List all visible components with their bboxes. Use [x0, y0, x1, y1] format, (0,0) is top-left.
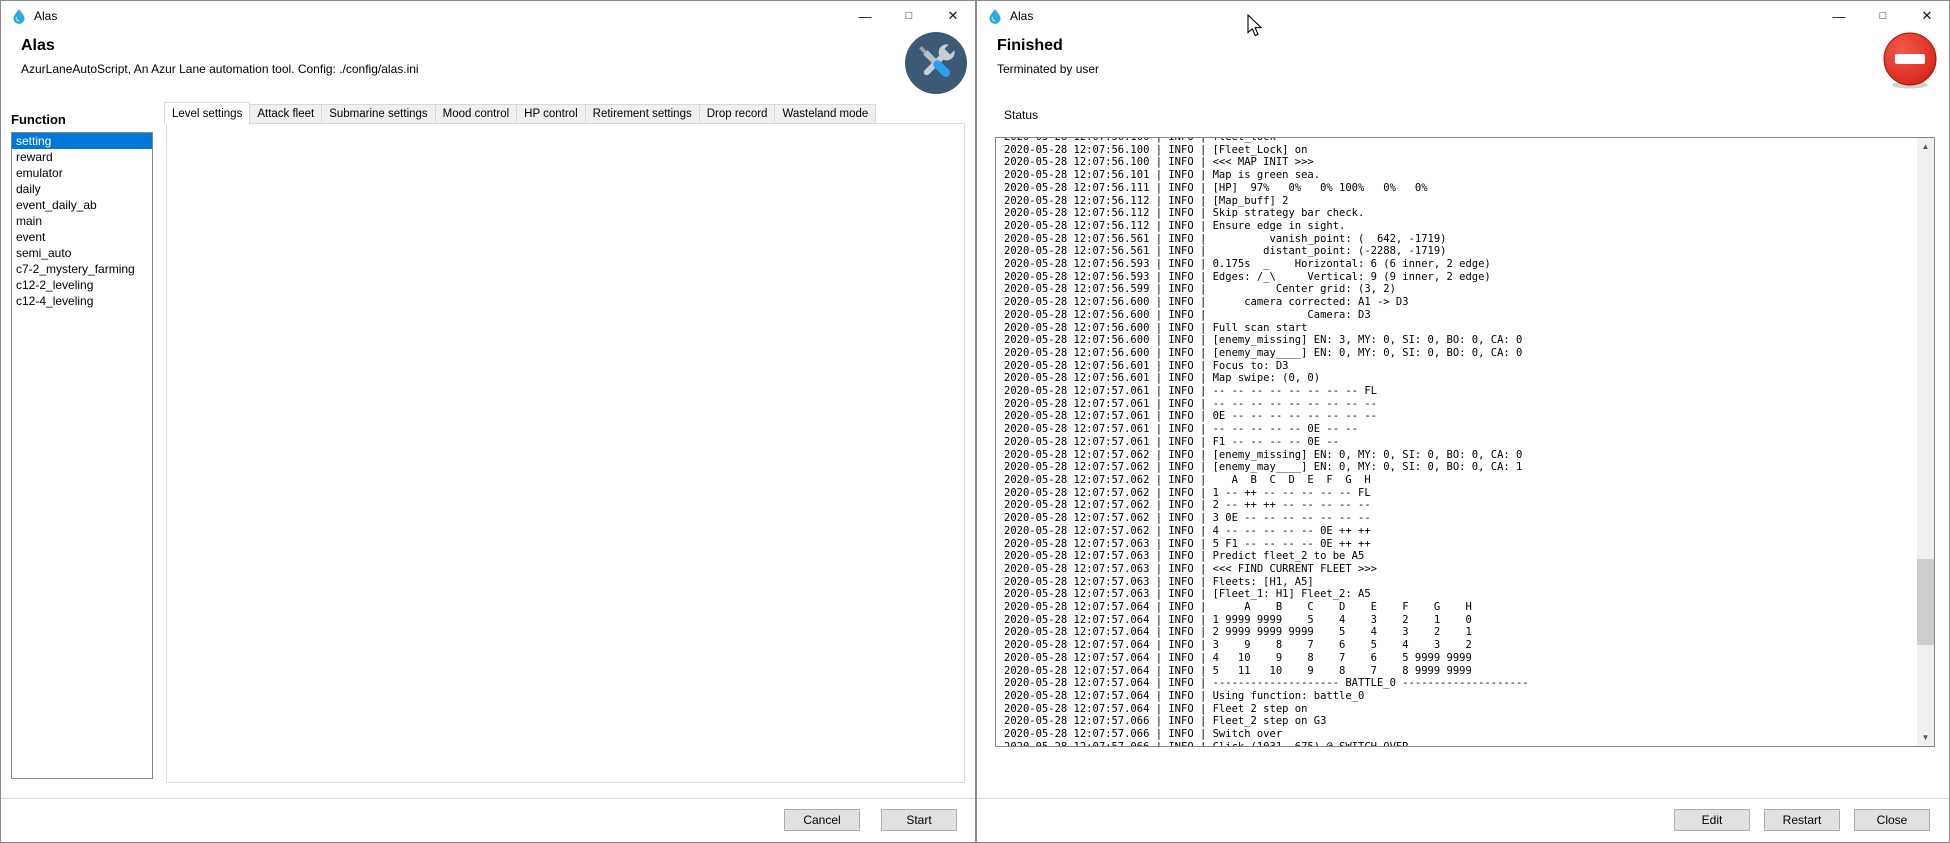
close-window-button[interactable]: Close: [1854, 809, 1930, 831]
alas-drop-icon: [987, 8, 1003, 24]
function-panel-label: Function: [11, 112, 66, 127]
tab-drop-record[interactable]: Drop record: [699, 104, 776, 124]
footer-divider: [977, 798, 1949, 799]
window-controls: — □ ✕: [1817, 1, 1949, 31]
function-item-semi-auto[interactable]: semi_auto: [12, 245, 152, 261]
function-item-reward[interactable]: reward: [12, 149, 152, 165]
window-controls: — □ ✕: [843, 1, 975, 31]
tab-mood-control[interactable]: Mood control: [435, 104, 517, 124]
screen: Alas — □ ✕ Alas AzurLaneAutoScript, An A…: [0, 0, 1950, 843]
function-item-daily[interactable]: daily: [12, 181, 152, 197]
cancel-button[interactable]: Cancel: [784, 809, 860, 831]
tab-attack-fleet[interactable]: Attack fleet: [249, 104, 322, 124]
tools-badge-icon: [904, 31, 968, 95]
window-title: Alas: [34, 9, 57, 23]
log-text: 2020-05-28 12:07:56.100 | INFO | fleet_l…: [1004, 137, 1529, 747]
tab-retirement-settings[interactable]: Retirement settings: [585, 104, 700, 124]
page-subtitle: AzurLaneAutoScript, An Azur Lane automat…: [21, 62, 419, 76]
status-title: Finished: [997, 37, 1063, 55]
tab-level-settings[interactable]: Level settings: [164, 102, 250, 125]
alas-log-window: Alas — □ ✕ Finished Terminated by user: [976, 0, 1950, 843]
function-item-setting[interactable]: setting: [12, 133, 152, 149]
function-item-c12-2-leveling[interactable]: c12-2_leveling: [12, 277, 152, 293]
restart-button[interactable]: Restart: [1764, 809, 1840, 831]
function-item-event[interactable]: event: [12, 229, 152, 245]
function-item-c12-4-leveling[interactable]: c12-4_leveling: [12, 293, 152, 309]
level-settings-panel: [166, 123, 965, 783]
function-item-event-daily-ab[interactable]: event_daily_ab: [12, 197, 152, 213]
minimize-button[interactable]: —: [843, 1, 887, 31]
function-item-main[interactable]: main: [12, 213, 152, 229]
window-title: Alas: [1010, 9, 1033, 23]
tab-submarine-settings[interactable]: Submarine settings: [321, 104, 435, 124]
close-button[interactable]: ✕: [1905, 1, 1949, 31]
tab-hp-control[interactable]: HP control: [516, 104, 585, 124]
alas-drop-icon: [11, 8, 27, 24]
log-output-box[interactable]: 2020-05-28 12:07:56.100 | INFO | fleet_l…: [995, 137, 1935, 747]
maximize-button[interactable]: □: [887, 1, 931, 31]
function-item-c7-2-mystery-farming[interactable]: c7-2_mystery_farming: [12, 261, 152, 277]
status-subtitle: Terminated by user: [997, 62, 1099, 76]
titlebar[interactable]: Alas — □ ✕: [977, 1, 1949, 31]
scroll-down-icon[interactable]: ▼: [1917, 729, 1934, 746]
page-title: Alas: [21, 37, 55, 55]
start-button[interactable]: Start: [881, 809, 957, 831]
scroll-up-icon[interactable]: ▲: [1917, 138, 1934, 155]
log-scrollbar[interactable]: ▲ ▼: [1917, 138, 1934, 746]
minimize-button[interactable]: —: [1817, 1, 1861, 31]
titlebar[interactable]: Alas — □ ✕: [1, 1, 975, 31]
close-button[interactable]: ✕: [931, 1, 975, 31]
tab-wasteland-mode[interactable]: Wasteland mode: [774, 104, 876, 124]
maximize-button[interactable]: □: [1861, 1, 1905, 31]
function-item-emulator[interactable]: emulator: [12, 165, 152, 181]
function-listbox[interactable]: setting reward emulator daily event_dail…: [11, 132, 153, 779]
scrollbar-thumb[interactable]: [1917, 559, 1934, 645]
status-label: Status: [1004, 108, 1038, 122]
footer-divider: [1, 798, 975, 799]
alas-config-window: Alas — □ ✕ Alas AzurLaneAutoScript, An A…: [0, 0, 976, 843]
settings-tabbar: Level settings Attack fleet Submarine se…: [164, 101, 875, 124]
stop-sign-icon: [1881, 31, 1945, 95]
edit-button[interactable]: Edit: [1674, 809, 1750, 831]
mouse-cursor: [1246, 14, 1264, 43]
